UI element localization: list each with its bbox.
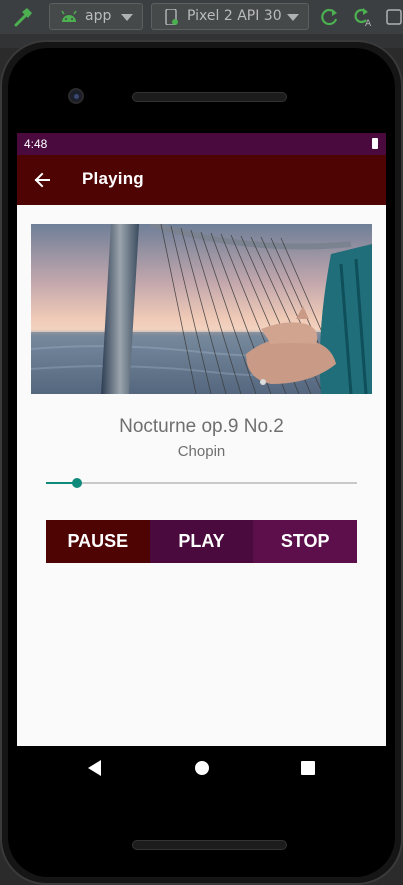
svg-text:A: A [365, 19, 372, 27]
app-bar: Playing [17, 155, 386, 205]
ide-toolbar: app Pixel 2 API 30 A [0, 0, 403, 34]
battery-icon [372, 138, 378, 149]
top-speaker [132, 92, 287, 102]
device-label: Pixel 2 API 30 [187, 8, 282, 24]
stop-button[interactable]: STOP [253, 520, 358, 563]
phone-icon [165, 9, 178, 25]
seek-track [46, 482, 357, 484]
album-cover-image [31, 224, 372, 394]
device-select[interactable]: Pixel 2 API 30 [151, 3, 309, 30]
status-bar: 4:48 [17, 133, 386, 155]
run-config-label: app [85, 8, 112, 24]
nav-recents-icon[interactable] [301, 761, 315, 775]
seek-bar[interactable] [46, 473, 357, 493]
chevron-down-icon [121, 14, 133, 21]
song-title: Nocturne op.9 No.2 [119, 416, 284, 437]
front-camera [68, 88, 84, 104]
playback-controls: PAUSE PLAY STOP [46, 520, 358, 563]
artist-name: Chopin [177, 443, 226, 460]
nav-bar [17, 746, 386, 790]
hammer-icon[interactable] [12, 6, 34, 28]
apply-code-changes-icon[interactable]: A [352, 7, 372, 27]
bottom-speaker [132, 840, 287, 850]
run-config-select[interactable]: app [49, 3, 143, 30]
seek-thumb[interactable] [72, 478, 83, 488]
android-icon [61, 10, 77, 22]
nav-home-icon[interactable] [195, 761, 209, 775]
play-button[interactable]: PLAY [149, 520, 254, 563]
app-screen: 4:48 Playing Nocturne op.9 No.2 Chopin P… [17, 133, 386, 746]
apply-changes-icon[interactable] [320, 7, 340, 27]
pause-button[interactable]: PAUSE [46, 520, 150, 563]
page-title: Playing [82, 169, 144, 188]
nav-back-icon[interactable] [88, 760, 101, 776]
chevron-down-icon [287, 14, 299, 21]
status-time: 4:48 [24, 137, 48, 151]
arrow-back-icon[interactable] [31, 169, 53, 191]
device-manager-icon[interactable] [384, 7, 403, 27]
